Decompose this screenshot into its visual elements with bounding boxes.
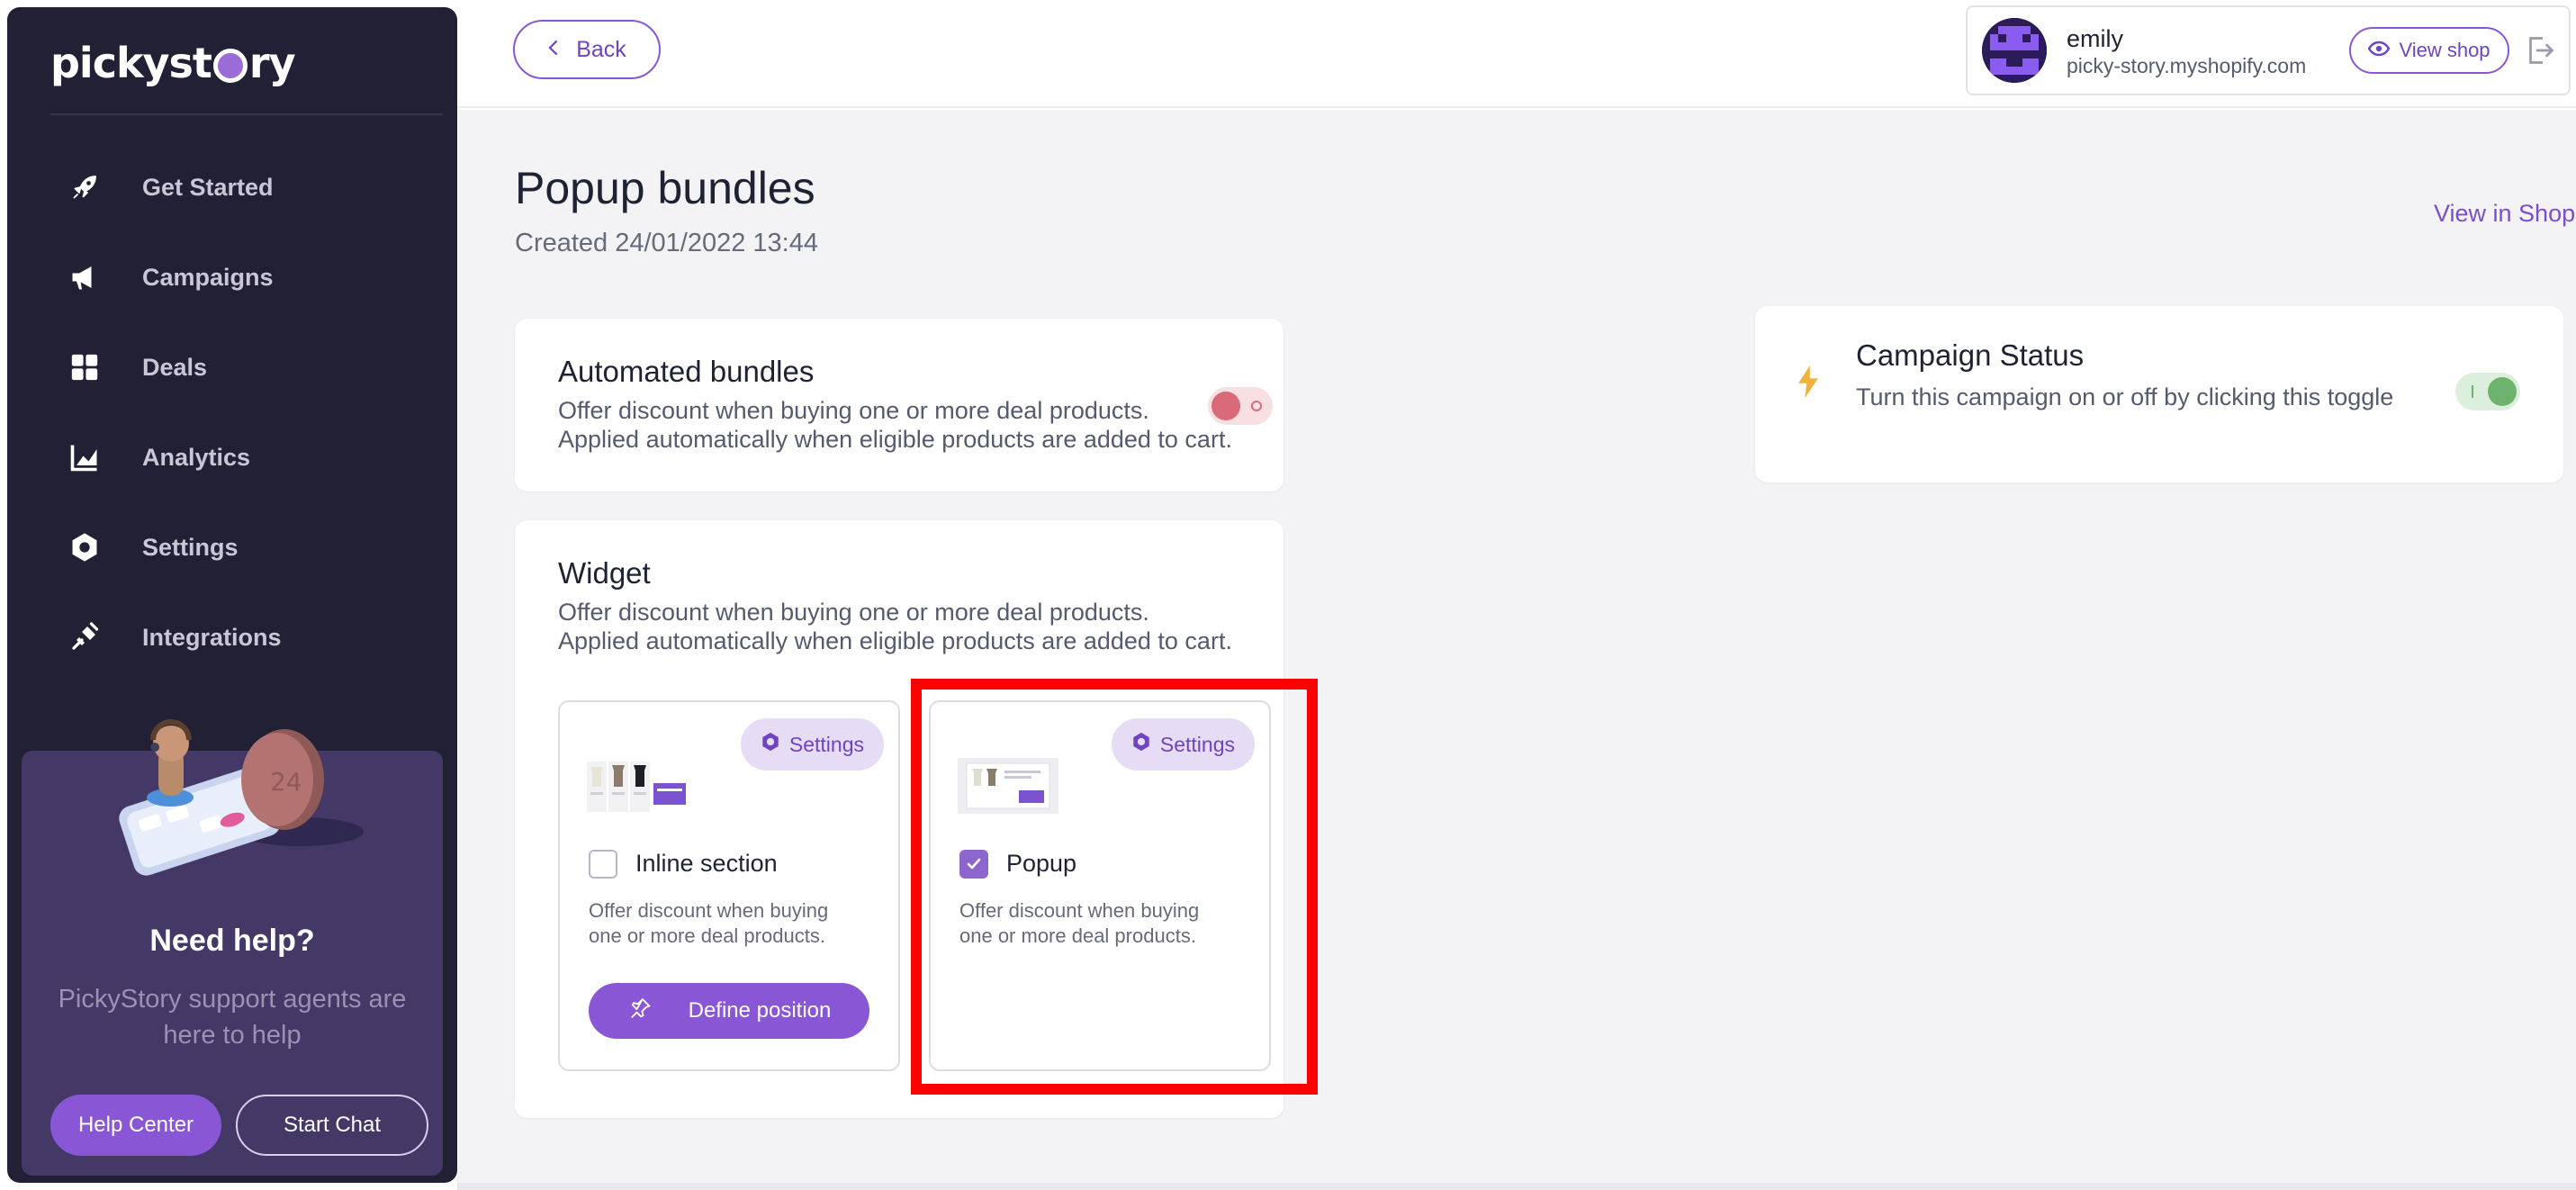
help-title: Need help? [149,924,315,958]
campaign-status-card: Campaign Status Turn this campaign on or… [1755,306,2563,482]
sidebar-item-label: Integrations [142,623,282,651]
toggle-knob [2488,377,2517,406]
automated-bundles-title: Automated bundles [558,355,815,388]
avatar[interactable] [1982,18,2047,83]
widget-desc: Offer discount when buying one or more d… [558,598,1232,655]
top-header: Back emily picky-story.myshopify.com Vie… [457,0,2576,108]
inline-section-desc: Offer discount when buying one or more d… [589,898,877,949]
sidebar-item-integrations[interactable]: Integrations [7,592,457,682]
eye-icon [2368,39,2391,62]
sidebar-item-analytics[interactable]: Analytics [7,412,457,502]
automated-bundles-desc: Offer discount when buying one or more d… [558,396,1232,454]
shop-domain: picky-story.myshopify.com [2067,54,2307,77]
sidebar-item-settings[interactable]: Settings [7,502,457,592]
automated-bundles-card: Automated bundles Offer discount when bu… [515,319,1283,491]
logout-icon[interactable] [2524,34,2560,70]
sidebar-nav: Get Started Campaigns Deals Analytics Se… [7,142,457,682]
sidebar-item-label: Campaigns [142,263,274,291]
lightning-icon [1797,365,1820,402]
inline-section-label: Inline section [635,850,778,877]
pickystory-logo[interactable]: pickyst ry [50,32,296,94]
popup-preview-image [958,758,1058,814]
popup-checkbox[interactable] [959,850,988,879]
settings-label: Settings [788,732,864,756]
sidebar-item-label: Get Started [142,173,274,201]
popup-option[interactable]: Settings Popup Offer discount when buyin… [929,700,1271,1071]
popup-desc: Offer discount when buying one or more d… [959,898,1247,949]
inline-section-option[interactable]: Settings Inline section Offer discount w… [558,700,900,1071]
rocket-icon [67,169,103,205]
chart-icon [67,439,103,475]
svg-text:24: 24 [270,767,302,797]
back-button[interactable]: Back [513,20,661,79]
sidebar: pickystry Get Started Campaigns Deals A [7,7,457,1183]
back-label: Back [576,36,626,62]
desc-line: Applied automatically when eligible prod… [558,627,1232,654]
gear-icon [67,529,103,565]
toggle-on-indicator [2472,385,2473,398]
start-chat-button[interactable]: Start Chat [236,1095,428,1156]
sidebar-item-deals[interactable]: Deals [7,322,457,412]
automated-bundles-toggle[interactable] [1208,387,1273,425]
inline-settings-button[interactable]: Settings [740,718,884,771]
sidebar-item-campaigns[interactable]: Campaigns [7,232,457,322]
popup-label: Popup [1006,850,1077,877]
sidebar-item-get-started[interactable]: Get Started [7,142,457,232]
view-shop-label: View shop [2399,39,2490,61]
sidebar-item-label: Settings [142,533,239,561]
megaphone-icon [67,259,103,295]
created-date: Created 24/01/2022 13:44 [515,229,818,257]
chevron-left-icon [547,37,560,63]
desc-line: Offer discount when buying [959,899,1200,922]
bottom-strip [457,1183,2576,1190]
user-name: emily [2067,25,2124,52]
gear-icon [1131,732,1151,757]
desc-line: Applied automatically when eligible prod… [558,426,1232,453]
page-title: Popup bundles [515,163,815,213]
support-agent-illustration: 24 [119,719,364,876]
desc-line: one or more deal products. [589,924,825,947]
desc-line: Offer discount when buying one or more d… [558,397,1149,424]
toggle-off-indicator [1251,401,1262,411]
inline-section-preview-image [587,762,686,812]
plug-icon [67,619,103,655]
gear-icon [761,732,780,757]
campaign-status-toggle[interactable] [2455,373,2520,410]
desc-line: Offer discount when buying one or more d… [558,599,1149,626]
desc-line: Offer discount when buying [589,899,829,922]
pin-icon [627,996,653,1027]
inline-section-checkbox[interactable] [589,850,617,879]
logo-mark-icon [212,49,248,83]
desc-line: one or more deal products. [959,924,1196,947]
toggle-knob [1211,392,1240,420]
campaign-status-desc: Turn this campaign on or off by clicking… [1856,383,2394,410]
sidebar-item-label: Analytics [142,443,251,471]
widget-title: Widget [558,556,651,590]
campaign-status-title: Campaign Status [1856,338,2085,372]
popup-settings-button[interactable]: Settings [1111,718,1255,771]
help-text: PickyStory support agents are here to he… [58,985,407,1050]
view-shop-button[interactable]: View shop [2349,27,2509,74]
settings-label: Settings [1159,732,1235,756]
define-position-label: Define position [688,998,832,1023]
user-card: emily picky-story.myshopify.com View sho… [1966,5,2571,95]
help-card: 24 Need help? PickyStory support agents … [22,719,443,1176]
grid-icon [67,349,103,385]
help-center-button[interactable]: Help Center [50,1095,221,1156]
view-in-shop-link[interactable]: View in Shop [2434,200,2575,228]
define-position-button[interactable]: Define position [589,983,869,1039]
sidebar-divider [50,113,443,115]
logo-text-suffix: ry [248,39,296,87]
logo-text-prefix: pickyst [50,39,212,87]
sidebar-item-label: Deals [142,353,208,381]
checkmark-icon [967,858,981,870]
